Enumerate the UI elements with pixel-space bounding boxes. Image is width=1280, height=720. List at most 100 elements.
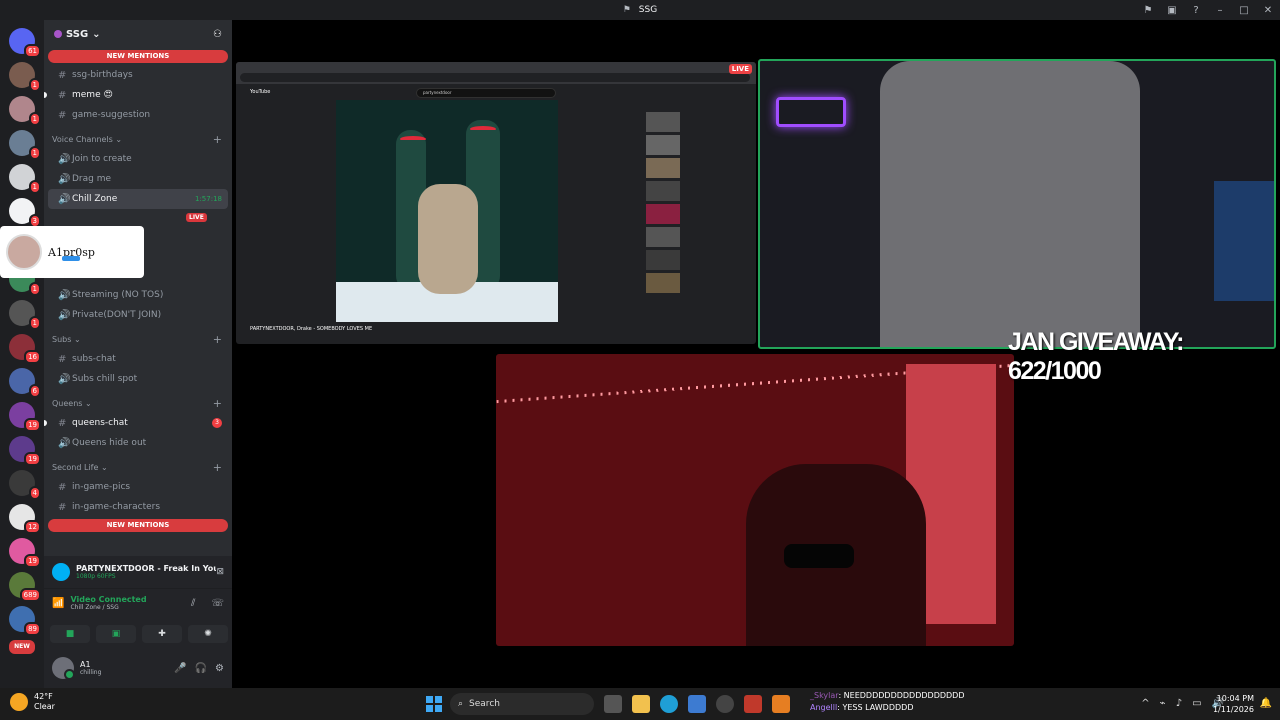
windows-start-icon[interactable] bbox=[426, 696, 442, 712]
channel-in-game-characters[interactable]: # in-game-characters bbox=[48, 497, 228, 517]
chevron-down-icon: ⌄ bbox=[73, 334, 81, 344]
voice-subs-chill-spot[interactable]: 🔊 Subs chill spot bbox=[48, 369, 228, 389]
server-icon[interactable]: 12 bbox=[9, 504, 41, 534]
category-queens[interactable]: Queens ⌄ + bbox=[44, 393, 232, 413]
store-icon[interactable] bbox=[688, 695, 706, 713]
voice-private[interactable]: 🔊 Private(DON'T JOIN) bbox=[48, 305, 228, 325]
category-label: Second Life bbox=[52, 462, 99, 472]
channel-ssg-birthdays[interactable]: # ssg-birthdays bbox=[48, 65, 228, 85]
voice-chill-zone[interactable]: 🔊 Chill Zone 1:57:18 bbox=[48, 189, 228, 209]
server-icon[interactable]: 19 bbox=[9, 538, 41, 568]
stream-tile-screen-share[interactable]: YouTube partynextdoor PARTYNEXTDOOR, Dra… bbox=[236, 62, 756, 344]
channel-label: game-suggestion bbox=[72, 110, 151, 120]
soundboard-button[interactable]: ✺ bbox=[188, 625, 228, 643]
microphone-icon[interactable]: ♪ bbox=[1176, 698, 1182, 709]
unread-indicator bbox=[44, 420, 47, 426]
server-icon[interactable]: 1 bbox=[9, 164, 41, 194]
gear-icon[interactable]: ⚙ bbox=[215, 663, 224, 674]
chevron-down-icon: ⌄ bbox=[100, 462, 108, 472]
youtube-video-title: PARTYNEXTDOOR, Drake - SOMEBODY LOVES ME bbox=[250, 326, 373, 332]
speaker-icon: 🔊 bbox=[58, 289, 71, 301]
channel-label: Streaming (NO TOS) bbox=[72, 290, 164, 300]
camera-tile-streamer[interactable] bbox=[758, 59, 1276, 349]
server-badge: 4 bbox=[28, 486, 41, 500]
guild-header[interactable]: SSG ⌄ ⚇ bbox=[44, 20, 232, 48]
voice-join-to-create[interactable]: 🔊 Join to create bbox=[48, 149, 228, 169]
display-icon[interactable]: ▭ bbox=[1192, 698, 1201, 709]
screen-share-button[interactable]: ▣ bbox=[96, 625, 136, 643]
server-icon[interactable]: 4 bbox=[9, 470, 41, 500]
stop-stream-icon[interactable]: ⊠ bbox=[216, 567, 224, 577]
server-icon[interactable]: 19 bbox=[9, 402, 41, 432]
camera-tile-user[interactable] bbox=[496, 354, 1014, 646]
app-icon[interactable] bbox=[772, 695, 790, 713]
maximize-button[interactable]: □ bbox=[1232, 5, 1256, 16]
avatar[interactable] bbox=[52, 657, 75, 680]
voice-drag-me[interactable]: 🔊 Drag me bbox=[48, 169, 228, 189]
server-icon[interactable]: 89 bbox=[9, 606, 41, 636]
help-icon[interactable]: ? bbox=[1184, 5, 1208, 16]
edge-icon[interactable] bbox=[660, 695, 678, 713]
now-playing-panel[interactable]: PARTYNEXTDOOR - Freak In You [Of... 1080… bbox=[44, 556, 232, 588]
server-icon[interactable]: 689 bbox=[9, 572, 41, 602]
chat-username: _Skylar bbox=[810, 691, 839, 700]
new-pill[interactable]: NEW bbox=[9, 640, 35, 654]
voice-location[interactable]: Chill Zone / SSG bbox=[70, 604, 146, 611]
file-explorer-icon[interactable] bbox=[632, 695, 650, 713]
flag-icon[interactable]: ⚑ bbox=[1136, 5, 1160, 16]
server-icon[interactable]: 1 bbox=[9, 130, 41, 160]
server-icon[interactable]: 6 bbox=[9, 368, 41, 398]
speaker-icon: 🔊 bbox=[58, 193, 71, 205]
server-icon[interactable]: 1 bbox=[9, 62, 41, 92]
channel-queens-chat[interactable]: # queens-chat 3 bbox=[44, 413, 228, 433]
new-mentions-banner[interactable]: NEW MENTIONS bbox=[48, 50, 228, 63]
taskbar-search[interactable]: ⌕ Search bbox=[450, 693, 594, 715]
inbox-icon[interactable]: ▣ bbox=[1160, 5, 1184, 16]
server-icon[interactable]: 1 bbox=[9, 300, 41, 330]
signal-icon[interactable]: 📶 bbox=[52, 598, 64, 609]
weather-widget[interactable]: 42°F Clear bbox=[10, 692, 55, 712]
server-icon[interactable]: 19 bbox=[9, 436, 41, 466]
voice-panel: 📶 Video Connected Chill Zone / SSG ⫽ ☏ ■… bbox=[44, 588, 232, 648]
channel-in-game-pics[interactable]: # in-game-pics bbox=[48, 477, 228, 497]
category-subs[interactable]: Subs ⌄ + bbox=[44, 329, 232, 349]
category-voice-channels[interactable]: Voice Channels ⌄ + bbox=[44, 129, 232, 149]
user-popout[interactable]: A1pr0sp bbox=[0, 226, 144, 278]
new-mentions-banner-bottom[interactable]: NEW MENTIONS bbox=[48, 519, 228, 532]
noise-suppression-icon[interactable]: ⫽ bbox=[191, 598, 195, 609]
add-channel-icon[interactable]: + bbox=[213, 133, 222, 146]
voice-queens-hide-out[interactable]: 🔊 Queens hide out bbox=[48, 433, 228, 453]
neon-sign bbox=[776, 97, 846, 127]
clock[interactable]: 10:04 PM 1/11/2026 bbox=[1213, 693, 1254, 715]
microphone-icon[interactable]: 🎤 bbox=[174, 663, 186, 674]
obs-icon[interactable] bbox=[716, 695, 734, 713]
category-second-life[interactable]: Second Life ⌄ + bbox=[44, 457, 232, 477]
task-view-icon[interactable] bbox=[604, 695, 622, 713]
disconnect-icon[interactable]: ☏ bbox=[211, 598, 224, 609]
network-icon[interactable]: ⌁ bbox=[1160, 698, 1166, 709]
server-icon[interactable]: 16 bbox=[9, 334, 41, 364]
sunglasses bbox=[784, 544, 854, 568]
headphones-icon[interactable]: 🎧 bbox=[195, 663, 207, 674]
notification-bell-icon[interactable]: 🔔 bbox=[1260, 698, 1272, 709]
game-icon[interactable] bbox=[744, 695, 762, 713]
channel-meme[interactable]: # meme 😍 bbox=[44, 85, 228, 105]
camera-button[interactable]: ■ bbox=[50, 625, 90, 643]
video-subject bbox=[418, 184, 478, 294]
add-channel-icon[interactable]: + bbox=[213, 333, 222, 346]
home-server[interactable]: 61 bbox=[9, 28, 41, 58]
chevron-up-icon[interactable]: ^ bbox=[1141, 698, 1149, 709]
chat-message: : YESS LAWDDDDD bbox=[837, 703, 914, 712]
close-button[interactable]: ✕ bbox=[1256, 5, 1280, 16]
add-member-icon[interactable]: ⚇ bbox=[213, 29, 222, 40]
add-channel-icon[interactable]: + bbox=[213, 397, 222, 410]
server-icon[interactable]: 3 bbox=[9, 198, 41, 228]
add-channel-icon[interactable]: + bbox=[213, 461, 222, 474]
server-icon[interactable]: 1 bbox=[9, 96, 41, 126]
minimize-button[interactable]: – bbox=[1208, 5, 1232, 16]
channel-subs-chat[interactable]: # subs-chat bbox=[48, 349, 228, 369]
voice-streaming[interactable]: 🔊 Streaming (NO TOS) bbox=[48, 285, 228, 305]
username: A1 bbox=[80, 660, 91, 669]
channel-game-suggestion[interactable]: # game-suggestion bbox=[48, 105, 228, 125]
activities-button[interactable]: ✚ bbox=[142, 625, 182, 643]
